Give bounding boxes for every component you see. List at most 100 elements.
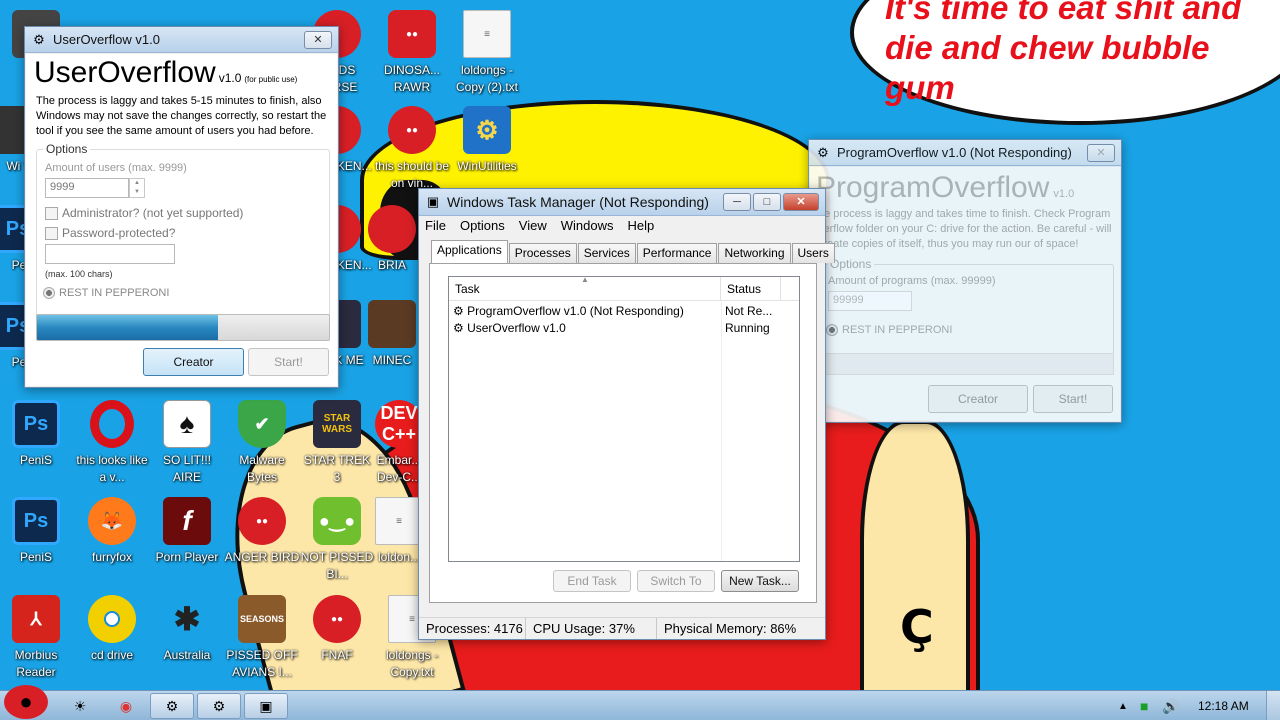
flash-icon: f	[163, 497, 211, 545]
useroverflow-window[interactable]: ⚙ UserOverflow v1.0 ✕ UserOverflow v1.0 (f…	[24, 26, 339, 388]
program-description: he process is laggy and takes time to fi…	[818, 208, 1112, 250]
program-start-button[interactable]: Start!	[1033, 385, 1113, 413]
new-task-button[interactable]: New Task...	[721, 570, 799, 592]
taskbar-task-manager[interactable]: ▣	[244, 693, 288, 719]
task-manager-window[interactable]: ▣ Windows Task Manager (Not Responding) …	[418, 188, 835, 640]
taskbar-programoverflow[interactable]: ⚙	[150, 693, 194, 719]
app-icon: ⚙	[817, 144, 829, 160]
app-icon: ⚙	[165, 697, 179, 714]
column-task[interactable]: Task ▲	[449, 275, 721, 300]
network-icon[interactable]: ■	[1140, 691, 1148, 720]
taskbar-chrome[interactable]: ◉	[104, 693, 148, 719]
taskbar-useroverflow[interactable]: ⚙	[197, 693, 241, 719]
show-desktop-button[interactable]	[1266, 691, 1280, 720]
folder-icon: ☀	[73, 697, 87, 714]
program-progress-bar	[820, 353, 1114, 375]
start-button[interactable]: ●	[4, 685, 48, 719]
desktop-icon-loldongs-copy-2[interactable]: ≡ loldongs - Copy (2).txt	[449, 10, 525, 96]
admin-checkbox[interactable]: Administrator? (not yet supported)	[45, 206, 243, 220]
app-icon: ⚙	[453, 321, 468, 335]
desktop-icon-porn-player[interactable]: f Porn Player	[149, 497, 225, 566]
clock[interactable]: 12:18 AM	[1198, 691, 1249, 720]
user-amount-spinner[interactable]: ▲ ▼	[129, 178, 145, 198]
desktop-icon-opera[interactable]: this looks like a v...	[74, 400, 150, 486]
program-amount-input[interactable]: 99999	[828, 291, 912, 311]
desktop-icon-penis[interactable]: Ps PeniS	[0, 400, 74, 469]
table-row[interactable]: ⚙ ProgramOverflow v1.0 (Not Responding) …	[449, 303, 799, 320]
password-checkbox[interactable]: Password-protected?	[45, 226, 175, 240]
desktop-icon-malware-bytes[interactable]: ✔ Malware Bytes	[224, 400, 300, 486]
desktop-icon-cd-drive[interactable]: cd drive	[74, 595, 150, 664]
useroverflow-titlebar[interactable]: ⚙ UserOverflow v1.0 ✕	[25, 27, 338, 53]
desktop-icon-dinosa-rawr[interactable]: ●● DINOSA... RAWR	[374, 10, 450, 96]
task-list-header: Task ▲ Status	[449, 275, 799, 301]
tab-performance[interactable]: Performance	[636, 243, 718, 263]
desktop-icon-this-should-be-on-vin[interactable]: ●● this should be on vin...	[374, 106, 450, 192]
desktop-icon-solitaire[interactable]: ♠ SO LIT!!! AIRE	[149, 400, 225, 486]
text-file-icon: ≡	[375, 497, 423, 545]
wallpaper-ear: Ç	[900, 600, 934, 654]
close-icon[interactable]: ✕	[783, 193, 819, 211]
desktop-icon-furryfox[interactable]: 🦊 furryfox	[74, 497, 150, 566]
show-hidden-icons[interactable]: ▲	[1118, 691, 1128, 720]
desktop-icon-penis-2[interactable]: Ps PeniS	[0, 497, 74, 566]
seasons-icon: SEASONS	[238, 595, 286, 643]
tab-networking[interactable]: Networking	[718, 243, 791, 263]
processes-count: Processes: 4176	[419, 618, 526, 639]
desktop-icon-morbius-reader[interactable]: ⅄ Morbius Reader	[0, 595, 74, 681]
menu-view[interactable]: View	[519, 216, 547, 236]
tab-processes[interactable]: Processes	[508, 243, 577, 263]
desktop-icon-australia[interactable]: ✱ Australia	[149, 595, 225, 664]
menu-file[interactable]: File	[425, 216, 446, 236]
password-input[interactable]	[45, 244, 175, 264]
pdf-icon: ⅄	[12, 595, 60, 643]
menu-options[interactable]: Options	[460, 216, 505, 236]
minimize-icon[interactable]: ─	[723, 193, 751, 211]
volume-icon[interactable]: 🔊	[1162, 691, 1179, 720]
switch-to-button[interactable]: Switch To	[637, 570, 715, 592]
desktop-icon-star-trek-3[interactable]: STAR WARS STAR TREK 3	[299, 400, 375, 486]
program-heading: ProgramOverflow v1.0	[816, 171, 1075, 204]
program-radio[interactable]: REST IN PEPPERONI	[826, 324, 952, 336]
end-task-button[interactable]: End Task	[553, 570, 631, 592]
desktop-icon-pissed-off-avians[interactable]: SEASONS PISSED OFF AVIANS I...	[224, 595, 300, 681]
tab-applications[interactable]: Applications	[431, 240, 508, 263]
user-start-button[interactable]: Start!	[248, 348, 329, 376]
table-row[interactable]: ⚙ UserOverflow v1.0 Running	[449, 320, 799, 337]
user-amount-input[interactable]: 9999	[45, 178, 129, 198]
menu-help[interactable]: Help	[627, 216, 654, 236]
window-title: UserOverflow v1.0	[53, 32, 160, 47]
desktop-icon-minecraft[interactable]: MINEC	[366, 300, 418, 369]
angry-bird-icon: ●●	[388, 106, 436, 154]
taskbar: ● ☀ ◉ ⚙ ⚙ ▣ ▲ ■ 🔊 12:18 AM	[0, 685, 1280, 720]
menu-windows[interactable]: Windows	[561, 216, 614, 236]
rest-in-pepperoni-radio[interactable]: REST IN PEPPERONI	[43, 287, 169, 299]
app-icon: ⚙	[212, 697, 226, 714]
close-icon[interactable]: ✕	[304, 30, 332, 49]
taskbar-explorer[interactable]: ☀	[58, 693, 102, 719]
physical-memory: Physical Memory: 86%	[664, 621, 797, 636]
user-description: The process is laggy and takes 5-15 minu…	[36, 95, 327, 137]
angry-bird-icon: ●●	[313, 595, 361, 643]
column-status[interactable]: Status	[721, 277, 781, 300]
chrome-icon: ◉	[119, 697, 133, 714]
tab-services[interactable]: Services	[577, 243, 636, 263]
program-creator-button[interactable]: Creator	[928, 385, 1028, 413]
close-icon[interactable]: ✕	[1087, 143, 1115, 162]
programoverflow-window[interactable]: ⚙ ProgramOverflow v1.0 (Not Responding) …	[808, 139, 1122, 423]
desktop-icon-anger-bird[interactable]: ●● ANGER BIRD	[224, 497, 300, 566]
task-manager-statusbar: Processes: 4176 CPU Usage: 37% Physical …	[419, 617, 825, 639]
task-manager-titlebar[interactable]: ▣ Windows Task Manager (Not Responding) …	[419, 189, 825, 216]
maximize-icon[interactable]: □	[753, 193, 781, 211]
applications-panel: Task ▲ Status ⚙ ProgramOverflow v1.0 (Not…	[429, 263, 817, 603]
desktop-icon-winutilities[interactable]: ⚙ WinUtilities	[449, 106, 525, 175]
tab-users[interactable]: Users	[791, 243, 835, 263]
task-manager-icon: ▣	[259, 697, 273, 714]
desktop-icon-not-pissed-birds[interactable]: ●‿● NOT PISSED BI...	[299, 497, 375, 583]
desktop-icon-fnaf[interactable]: ●● FNAF	[299, 595, 375, 664]
user-creator-button[interactable]: Creator	[143, 348, 244, 376]
programoverflow-titlebar[interactable]: ⚙ ProgramOverflow v1.0 (Not Responding) …	[809, 140, 1121, 166]
user-progress-fill	[37, 315, 219, 340]
task-manager-icon: ▣	[426, 194, 440, 209]
program-amount-label: Amount of programs (max. 99999)	[828, 275, 996, 287]
